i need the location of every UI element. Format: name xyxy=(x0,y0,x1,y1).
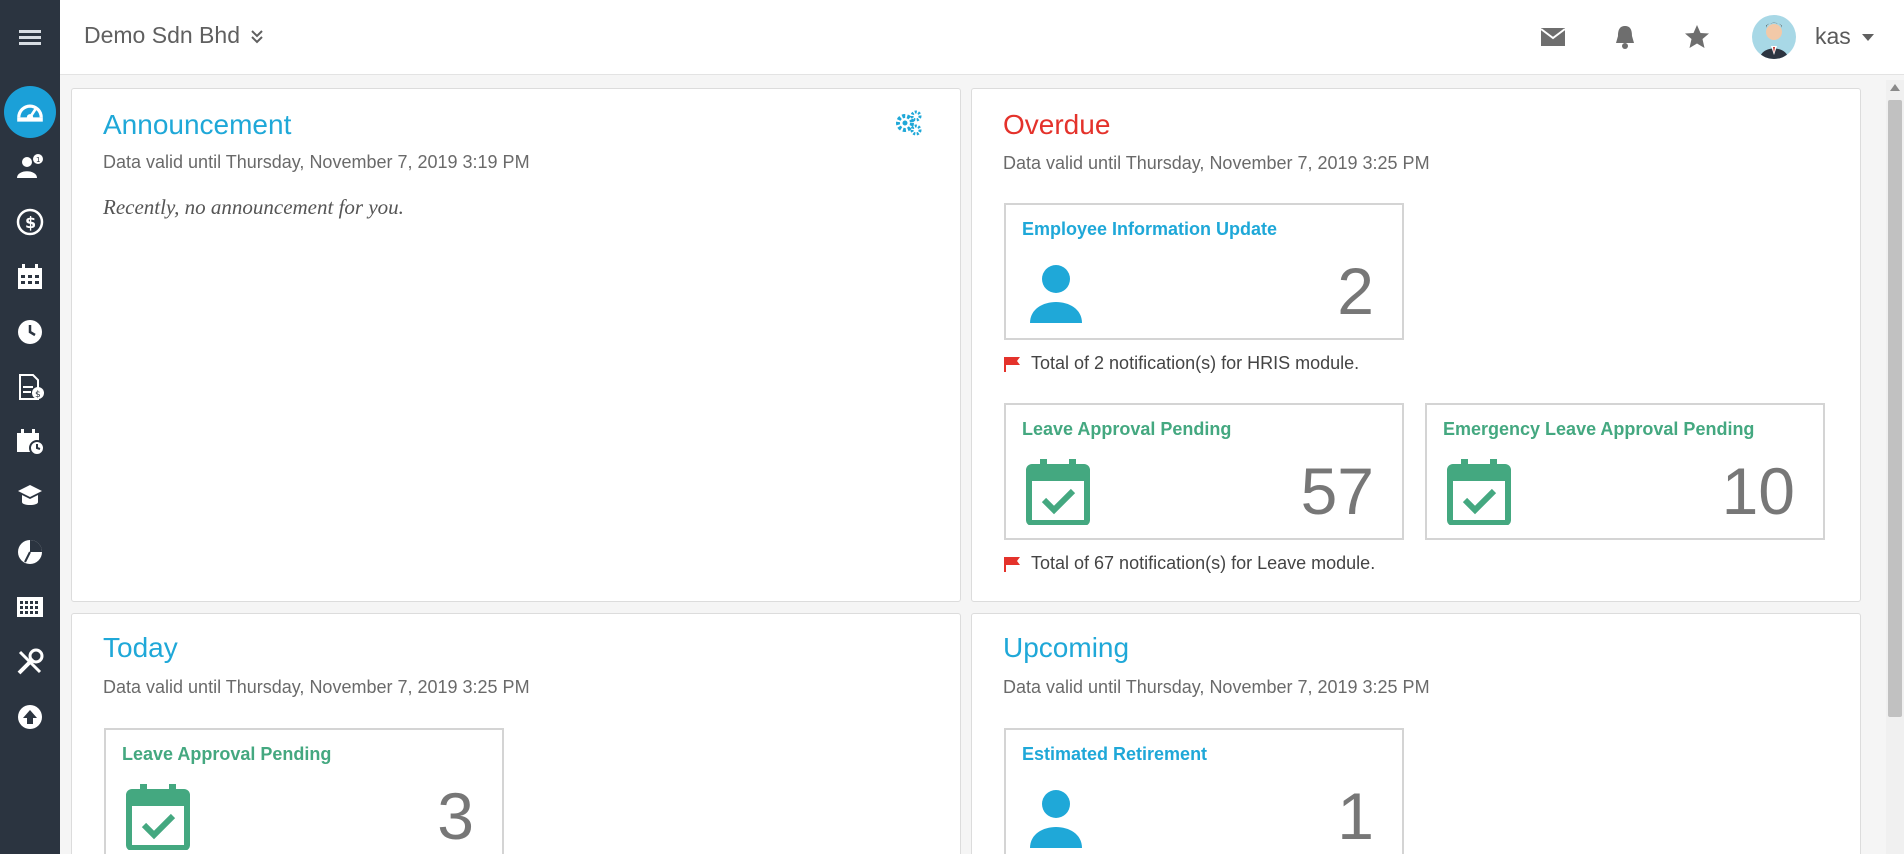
svg-text:1: 1 xyxy=(36,156,40,164)
card-title: Emergency Leave Approval Pending xyxy=(1443,419,1755,439)
attendance-clock-icon[interactable] xyxy=(0,305,60,359)
calendar-check-icon xyxy=(1447,459,1511,525)
card-title: Estimated Retirement xyxy=(1022,744,1208,764)
leave-note-text: Total of 67 notification(s) for Leave mo… xyxy=(1031,553,1376,573)
upcoming-subtitle: Data valid until Thursday, November 7, 2… xyxy=(1003,677,1430,697)
overdue-panel: Overdue Data valid until Thursday, Novem… xyxy=(971,88,1861,602)
app-root: 1 $ $ Demo Sdn Bhd kas Announcement Data… xyxy=(0,0,1904,854)
today-subtitle: Data valid until Thursday, November 7, 2… xyxy=(103,677,530,697)
announcement-panel: Announcement Data valid until Thursday, … xyxy=(71,88,961,602)
announcement-message: Recently, no announcement for you. xyxy=(103,195,404,219)
leave-calendar-icon[interactable] xyxy=(0,250,60,304)
announcement-subtitle: Data valid until Thursday, November 7, 2… xyxy=(103,152,530,172)
upload-icon[interactable] xyxy=(0,690,60,744)
double-chevron-down-icon xyxy=(251,29,263,43)
avatar[interactable] xyxy=(1752,15,1796,59)
upcoming-title: Upcoming xyxy=(1003,632,1130,663)
training-icon[interactable] xyxy=(0,470,60,524)
svg-text:$: $ xyxy=(35,390,41,400)
flag-icon xyxy=(1004,556,1020,572)
card-leave-approval-pending[interactable]: Leave Approval Pending 57 xyxy=(1004,403,1404,540)
bell-icon[interactable] xyxy=(1610,22,1640,52)
card-estimated-retirement[interactable]: Estimated Retirement 1 xyxy=(1004,728,1404,854)
calendar-check-icon xyxy=(126,784,190,850)
grid-table-icon[interactable] xyxy=(0,580,60,634)
company-selector[interactable]: Demo Sdn Bhd xyxy=(84,22,264,49)
caret-down-icon xyxy=(1861,33,1874,41)
card-count: 2 xyxy=(1337,254,1374,328)
card-count: 10 xyxy=(1721,454,1795,528)
sidebar-item-dashboard[interactable] xyxy=(0,85,60,139)
user-icon xyxy=(1030,265,1082,323)
upcoming-panel: Upcoming Data valid until Thursday, Nove… xyxy=(971,613,1861,854)
company-name: Demo Sdn Bhd xyxy=(84,22,240,48)
tools-icon[interactable] xyxy=(0,635,60,689)
schedule-icon[interactable] xyxy=(0,415,60,469)
report-chart-icon[interactable] xyxy=(0,525,60,579)
star-icon[interactable] xyxy=(1682,22,1712,52)
calendar-check-icon xyxy=(1026,459,1090,525)
flag-icon xyxy=(1004,356,1020,372)
overdue-title: Overdue xyxy=(1003,109,1111,140)
scrollbar-thumb[interactable] xyxy=(1888,100,1902,717)
today-panel: Today Data valid until Thursday, Novembe… xyxy=(71,613,961,854)
username-label: kas xyxy=(1815,23,1851,49)
card-leave-approval-pending-today[interactable]: Leave Approval Pending 3 xyxy=(104,728,504,854)
hris-note: Total of 2 notification(s) for HRIS modu… xyxy=(1003,353,1359,374)
top-bar: Demo Sdn Bhd kas xyxy=(60,0,1904,75)
leave-note: Total of 67 notification(s) for Leave mo… xyxy=(1003,553,1375,574)
user-icon xyxy=(1030,790,1082,848)
employee-info-icon[interactable]: 1 xyxy=(0,140,60,194)
card-emergency-leave-approval-pending[interactable]: Emergency Leave Approval Pending 10 xyxy=(1425,403,1825,540)
menu-icon[interactable] xyxy=(0,10,60,64)
scroll-up-arrow-icon[interactable] xyxy=(1890,84,1900,91)
card-count: 57 xyxy=(1300,454,1374,528)
claim-document-icon[interactable]: $ xyxy=(0,360,60,414)
dashboard-icon xyxy=(4,86,56,138)
svg-text:$: $ xyxy=(25,213,36,232)
overdue-subtitle: Data valid until Thursday, November 7, 2… xyxy=(1003,153,1430,173)
card-title: Employee Information Update xyxy=(1022,219,1278,239)
card-count: 1 xyxy=(1337,779,1374,853)
card-title: Leave Approval Pending xyxy=(1022,419,1232,439)
user-menu[interactable]: kas xyxy=(1815,23,1875,50)
card-employee-information-update[interactable]: Employee Information Update 2 xyxy=(1004,203,1404,340)
hris-note-text: Total of 2 notification(s) for HRIS modu… xyxy=(1031,353,1360,373)
sidebar: 1 $ $ xyxy=(0,0,60,854)
payroll-icon[interactable]: $ xyxy=(0,195,60,249)
announcement-title: Announcement xyxy=(103,109,292,140)
card-title: Leave Approval Pending xyxy=(122,744,332,764)
today-title: Today xyxy=(103,632,178,663)
card-count: 3 xyxy=(437,779,474,853)
envelope-icon[interactable] xyxy=(1538,22,1568,52)
settings-gears-icon[interactable] xyxy=(894,109,922,137)
